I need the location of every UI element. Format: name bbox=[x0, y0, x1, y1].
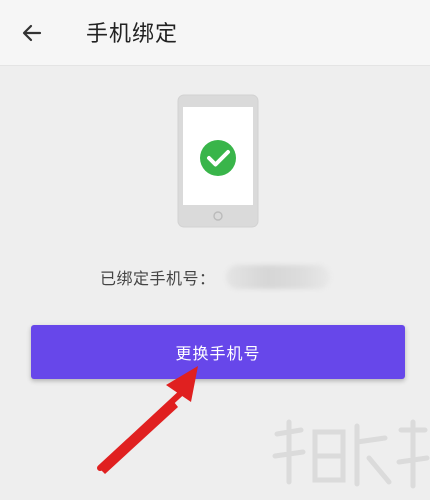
bound-phone-label: 已绑定手机号： bbox=[100, 269, 216, 288]
top-bar: 手机绑定 bbox=[0, 0, 430, 66]
back-arrow-icon bbox=[22, 24, 42, 42]
bound-phone-row: 已绑定手机号： bbox=[100, 262, 330, 292]
page-title: 手机绑定 bbox=[86, 22, 179, 47]
bound-phone-number-blurred bbox=[225, 265, 330, 289]
change-phone-button[interactable]: 更换手机号 bbox=[31, 325, 405, 379]
phone-icon bbox=[177, 94, 259, 228]
phone-binding-screen: 手机绑定 已绑定手机号： 更换手机号 bbox=[0, 0, 430, 500]
watermark bbox=[272, 419, 430, 489]
check-circle-icon bbox=[200, 140, 236, 176]
back-button[interactable] bbox=[12, 14, 52, 52]
